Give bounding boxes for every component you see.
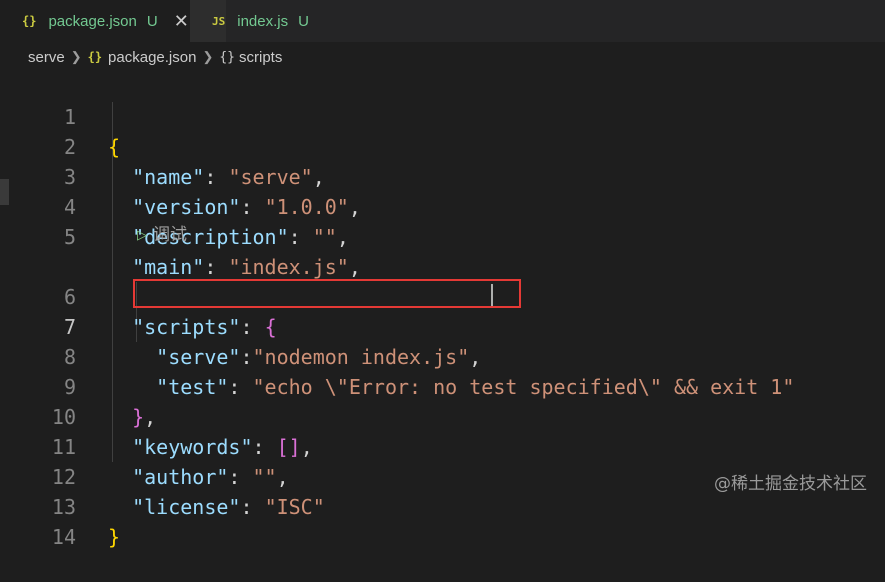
code-editor[interactable]: 1 { 2 "name": "serve", 3 "version": "1.0… (0, 72, 885, 549)
js-file-icon: JS (212, 14, 226, 28)
code-line: 8 "test": "echo \"Error: no test specifi… (0, 312, 885, 399)
json-value: "" (312, 225, 337, 249)
code-line: 2 "name": "serve", (0, 102, 885, 189)
object-symbol-icon: {} (219, 49, 236, 65)
breadcrumb-symbol[interactable]: scripts (239, 49, 282, 66)
git-status-badge: U (298, 12, 309, 30)
code-line: 9 }, (0, 342, 885, 429)
json-file-icon: {} (22, 14, 37, 28)
tab-label: package.json (48, 12, 137, 30)
code-line: 12 "license": "ISC" (0, 432, 885, 519)
code-line: 14 (0, 492, 885, 549)
close-icon[interactable]: ✕ (174, 11, 189, 32)
tab-package-json[interactable]: {} package.json U ✕ (0, 0, 190, 42)
tab-label: index.js (237, 12, 289, 30)
annotation-highlight-box (133, 279, 521, 308)
breadcrumb-file[interactable]: package.json (108, 49, 196, 66)
debug-codelens[interactable]: ▷ 调试 (137, 220, 187, 250)
code-line: 3 "version": "1.0.0", (0, 132, 885, 219)
git-status-badge: U (146, 12, 158, 30)
play-icon: ▷ (137, 227, 147, 242)
chevron-right-icon: ❯ (70, 49, 82, 64)
code-line: 6 "scripts": { (0, 252, 885, 339)
line-number: 14 (51, 525, 76, 549)
breadcrumb-folder[interactable]: serve (28, 49, 65, 66)
tab-bar: JS index.js U {} package.json U ✕ (0, 0, 885, 42)
code-line: 1 { (0, 72, 885, 159)
code-line: 5 "main": "index.js", (0, 192, 885, 279)
line-number: 5 (63, 225, 76, 249)
code-line: 10 "keywords": [], (0, 372, 885, 459)
code-line: 11 "author": "", (0, 402, 885, 489)
code-line: 4 "description": "", (0, 162, 885, 249)
chevron-right-icon: ❯ (202, 49, 214, 64)
codelens-label: 调试 (153, 225, 187, 244)
breadcrumb: serve ❯ {} package.json ❯ {} scripts (0, 42, 885, 72)
text-cursor (491, 284, 493, 306)
watermark: @稀土掘金技术社区 (714, 474, 867, 494)
json-file-icon: {} (87, 50, 103, 64)
